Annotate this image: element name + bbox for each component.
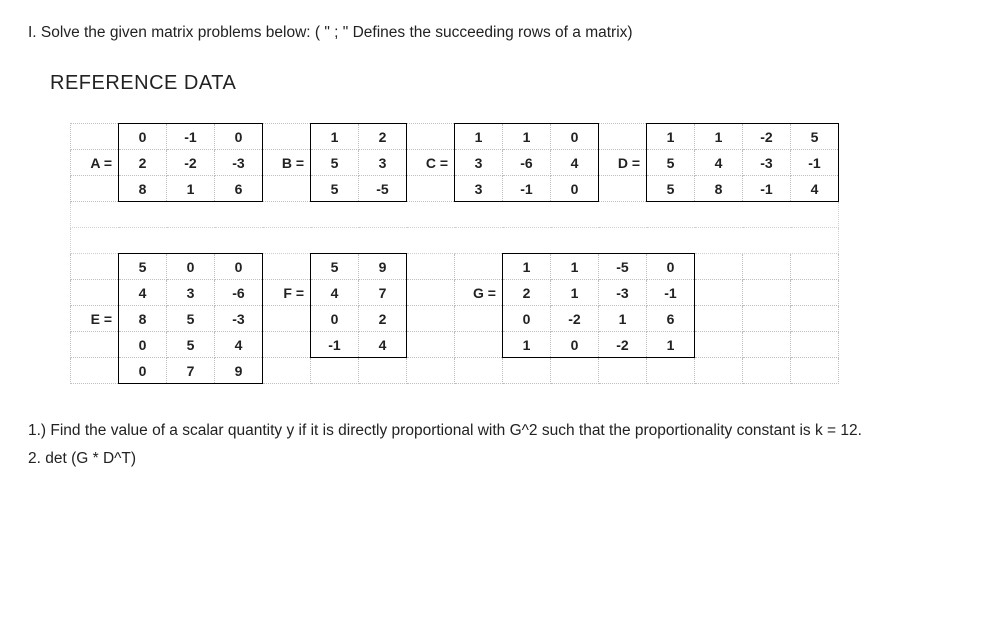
cell: 6 — [215, 176, 263, 202]
cell: -1 — [311, 332, 359, 358]
cell: 0 — [119, 358, 167, 384]
cell: -6 — [215, 280, 263, 306]
cell: 0 — [647, 254, 695, 280]
cell: 4 — [119, 280, 167, 306]
cell: 1 — [647, 332, 695, 358]
cell: 4 — [215, 332, 263, 358]
cell: 1 — [311, 124, 359, 150]
cell: 1 — [647, 124, 695, 150]
questions-block: 1.) Find the value of a scalar quantity … — [28, 420, 965, 471]
cell: 4 — [311, 280, 359, 306]
cell: -1 — [503, 176, 551, 202]
reference-data-title: REFERENCE DATA — [50, 72, 965, 95]
cell: 5 — [311, 150, 359, 176]
cell: -2 — [599, 332, 647, 358]
problem-heading: I. Solve the given matrix problems below… — [28, 24, 965, 42]
cell: 1 — [551, 254, 599, 280]
cell: 0 — [119, 124, 167, 150]
cell: -3 — [215, 150, 263, 176]
cell: 1 — [503, 254, 551, 280]
cell: 9 — [215, 358, 263, 384]
cell: -1 — [647, 280, 695, 306]
cell: 6 — [647, 306, 695, 332]
cell: 8 — [695, 176, 743, 202]
cell: 9 — [359, 254, 407, 280]
cell: 0 — [215, 124, 263, 150]
cell: 3 — [359, 150, 407, 176]
cell: 7 — [359, 280, 407, 306]
cell: 5 — [311, 254, 359, 280]
cell: 7 — [167, 358, 215, 384]
label-D: D = — [599, 150, 647, 176]
cell: 2 — [503, 280, 551, 306]
cell: 0 — [215, 254, 263, 280]
cell: 1 — [599, 306, 647, 332]
cell: 0 — [551, 124, 599, 150]
cell: -1 — [743, 176, 791, 202]
cell: 0 — [311, 306, 359, 332]
label-F: F = — [263, 280, 311, 306]
label-B: B = — [263, 150, 311, 176]
cell: 1 — [503, 124, 551, 150]
cell: 3 — [455, 150, 503, 176]
matrix-sheet: 0 -1 0 1 2 1 1 0 1 1 -2 5 A = 2 -2 -3 B … — [70, 123, 965, 384]
cell: 5 — [791, 124, 839, 150]
cell: -3 — [599, 280, 647, 306]
cell: -3 — [743, 150, 791, 176]
cell: 5 — [119, 254, 167, 280]
cell: 0 — [503, 306, 551, 332]
cell: 4 — [551, 150, 599, 176]
cell: 1 — [503, 332, 551, 358]
cell: 1 — [551, 280, 599, 306]
cell: -6 — [503, 150, 551, 176]
question-2: 2. det (G * D^T) — [28, 448, 965, 470]
matrix-table: 0 -1 0 1 2 1 1 0 1 1 -2 5 A = 2 -2 -3 B … — [70, 123, 839, 384]
cell: 4 — [359, 332, 407, 358]
cell: -5 — [599, 254, 647, 280]
cell: 2 — [359, 306, 407, 332]
question-1: 1.) Find the value of a scalar quantity … — [28, 420, 965, 442]
cell: 1 — [695, 124, 743, 150]
cell: -2 — [743, 124, 791, 150]
label-A: A = — [71, 150, 119, 176]
cell: 0 — [119, 332, 167, 358]
cell: 8 — [119, 176, 167, 202]
cell: 5 — [311, 176, 359, 202]
cell: -5 — [359, 176, 407, 202]
cell: 8 — [119, 306, 167, 332]
cell: 5 — [647, 150, 695, 176]
label-G: G = — [455, 280, 503, 306]
cell: 3 — [167, 280, 215, 306]
cell: 5 — [647, 176, 695, 202]
cell: 4 — [695, 150, 743, 176]
cell: 3 — [455, 176, 503, 202]
cell: -1 — [791, 150, 839, 176]
cell: -2 — [551, 306, 599, 332]
label-E: E = — [71, 306, 119, 332]
label-C: C = — [407, 150, 455, 176]
cell: 0 — [167, 254, 215, 280]
cell: 1 — [167, 176, 215, 202]
cell: 5 — [167, 332, 215, 358]
cell: -3 — [215, 306, 263, 332]
cell: 2 — [359, 124, 407, 150]
cell: 4 — [791, 176, 839, 202]
cell: -2 — [167, 150, 215, 176]
cell: 5 — [167, 306, 215, 332]
cell: 2 — [119, 150, 167, 176]
cell: -1 — [167, 124, 215, 150]
cell: 0 — [551, 176, 599, 202]
cell: 1 — [455, 124, 503, 150]
cell: 0 — [551, 332, 599, 358]
